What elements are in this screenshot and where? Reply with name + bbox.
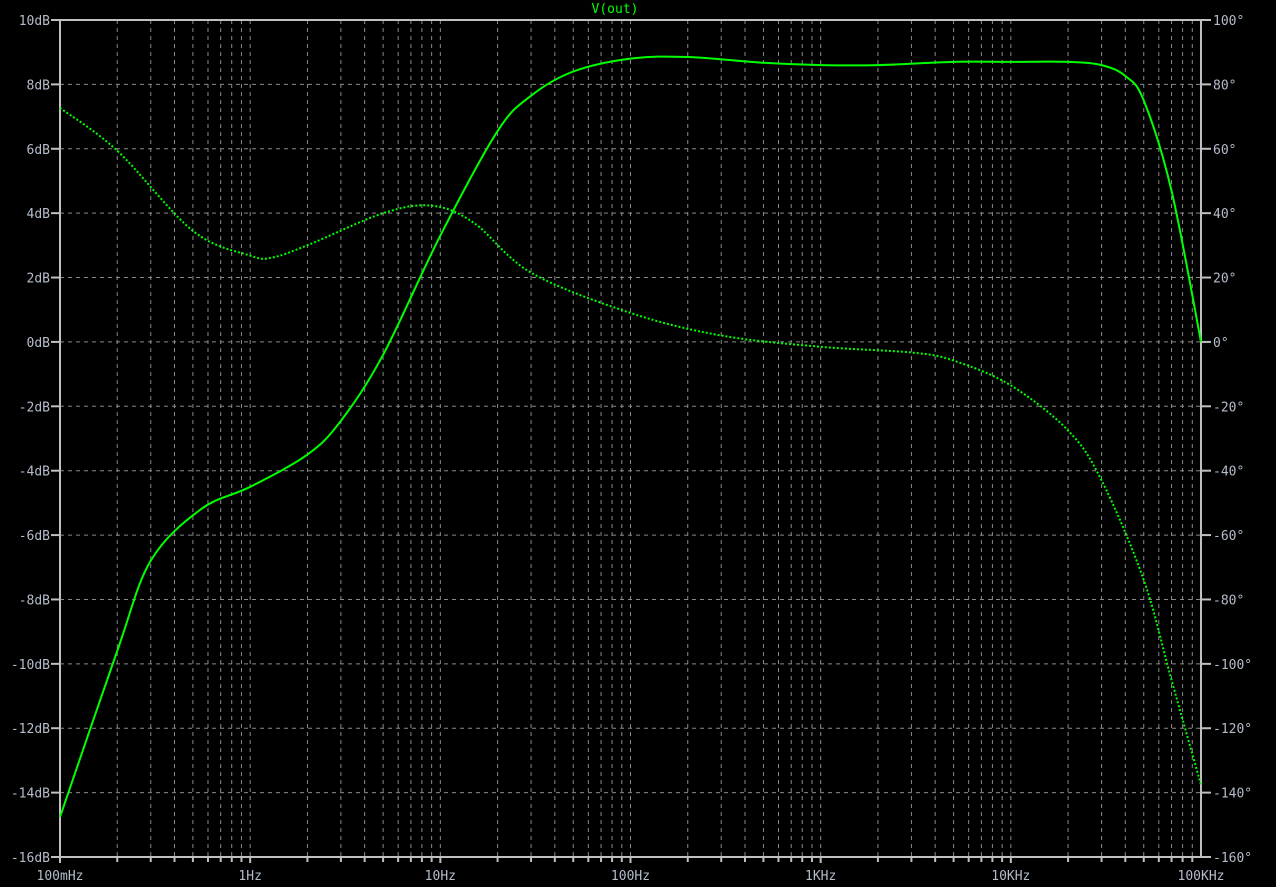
x-tick-label: 100Hz (611, 869, 650, 884)
y-tick-label: 0dB (27, 336, 51, 351)
axis-labels: 100mHz 1Hz 10Hz 100Hz 1KHz 10KHz 100KHz 10dB 8dB… (11, 14, 1252, 884)
y2-tick-label: -160° (1213, 851, 1252, 866)
x-tick-label: 1KHz (805, 869, 836, 884)
y2-tick-label: 100° (1213, 14, 1244, 29)
y-tick-label: -6dB (19, 529, 50, 544)
y2-tick-label: -40° (1213, 465, 1244, 480)
y2-tick-label: -60° (1213, 529, 1244, 544)
x-tick-label: 100mHz (37, 869, 84, 884)
y-tick-label: -14dB (11, 787, 50, 802)
y2-tick-label: 0° (1213, 336, 1229, 351)
chart-title[interactable]: V(out) (592, 2, 639, 17)
y-tick-label: 4dB (27, 207, 51, 222)
x-tick-label: 10Hz (425, 869, 456, 884)
y2-tick-label: -20° (1213, 400, 1244, 415)
y2-tick-label: -80° (1213, 593, 1244, 608)
y-tick-label: 2dB (27, 272, 51, 287)
y-tick-label: -10dB (11, 658, 50, 673)
y2-tick-label: -140° (1213, 787, 1252, 802)
y2-tick-label: 40° (1213, 207, 1236, 222)
bode-plot: 100mHz 1Hz 10Hz 100Hz 1KHz 10KHz 100KHz 10dB 8dB… (11, 2, 1252, 884)
x-tick-label: 1Hz (238, 869, 261, 884)
y-tick-label: -8dB (19, 593, 50, 608)
x-tick-label: 10KHz (991, 869, 1030, 884)
y-tick-label: 10dB (19, 14, 50, 29)
y2-tick-label: 20° (1213, 272, 1236, 287)
y2-tick-label: 60° (1213, 143, 1236, 158)
y2-tick-label: -100° (1213, 658, 1252, 673)
y2-tick-label: 80° (1213, 78, 1236, 93)
y-tick-label: -16dB (11, 851, 50, 866)
plot-frame (51, 19, 1211, 863)
y-tick-label: -2dB (19, 400, 50, 415)
y-tick-label: 8dB (27, 78, 51, 93)
x-tick-label: 100KHz (1178, 869, 1225, 884)
y-tick-label: -4dB (19, 465, 50, 480)
y2-tick-label: -120° (1213, 722, 1252, 737)
grid (60, 20, 1201, 857)
y-tick-label: -12dB (11, 722, 50, 737)
y-tick-label: 6dB (27, 143, 51, 158)
